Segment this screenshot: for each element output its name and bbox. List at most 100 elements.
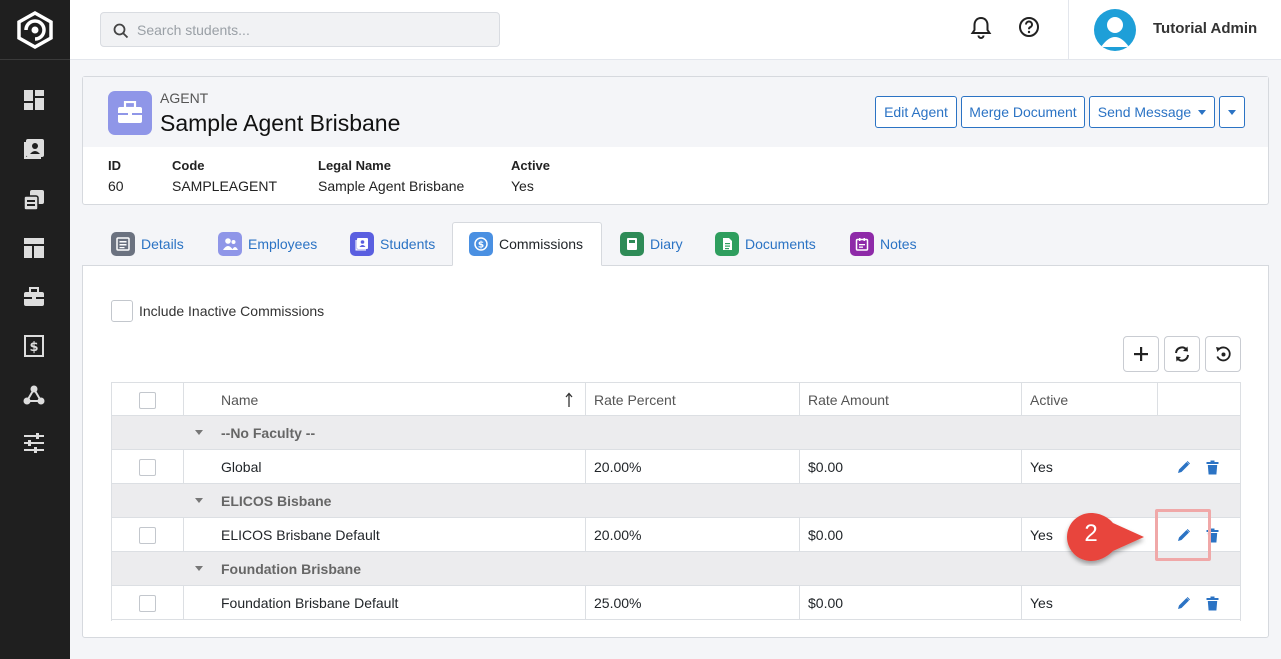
cell-rate-percent: 20.00% bbox=[594, 459, 642, 475]
students-icon bbox=[350, 232, 374, 256]
search-input[interactable] bbox=[137, 13, 492, 46]
tab-students[interactable]: Students bbox=[350, 222, 435, 266]
diary-icon bbox=[620, 232, 644, 256]
tab-label: Documents bbox=[745, 236, 816, 252]
cell-rate-percent: 25.00% bbox=[594, 595, 642, 611]
app-logo[interactable] bbox=[0, 0, 70, 60]
top-bar: Tutorial Admin bbox=[70, 0, 1281, 60]
tab-label: Details bbox=[141, 236, 184, 252]
layout-icon[interactable] bbox=[22, 236, 46, 260]
tab-diary[interactable]: Diary bbox=[620, 222, 683, 266]
tab-notes[interactable]: Notes bbox=[850, 222, 917, 266]
topbar-divider bbox=[1068, 0, 1069, 60]
highlight-box bbox=[1155, 509, 1211, 561]
group-label: Foundation Brisbane bbox=[221, 561, 361, 577]
chevron-down-icon bbox=[1228, 109, 1236, 115]
column-header-rate-percent[interactable]: Rate Percent bbox=[594, 383, 676, 417]
cell-rate-amount: $0.00 bbox=[808, 527, 844, 543]
enrolments-icon[interactable] bbox=[22, 188, 46, 212]
meta-legal-name-label: Legal Name bbox=[318, 158, 391, 173]
network-icon[interactable] bbox=[22, 383, 46, 407]
grid-header: Name Rate Percent Rate Amount Active bbox=[111, 382, 1241, 417]
avatar[interactable] bbox=[1094, 9, 1136, 51]
user-name[interactable]: Tutorial Admin bbox=[1153, 20, 1257, 37]
tab-label: Employees bbox=[248, 236, 318, 252]
select-all-checkbox[interactable] bbox=[139, 383, 156, 417]
delete-trash-icon[interactable] bbox=[1203, 458, 1221, 476]
logo-icon bbox=[17, 10, 53, 49]
more-actions-button[interactable] bbox=[1219, 96, 1245, 128]
caret-down-icon[interactable] bbox=[195, 484, 203, 518]
table-row[interactable]: Global 20.00% $0.00 Yes bbox=[111, 450, 1241, 484]
row-checkbox[interactable] bbox=[139, 518, 156, 552]
meta-active-value: Yes bbox=[511, 178, 534, 194]
cell-name: Global bbox=[221, 459, 262, 475]
include-inactive-checkbox[interactable] bbox=[111, 300, 133, 322]
edit-pencil-icon[interactable] bbox=[1175, 594, 1193, 612]
students-nav-icon[interactable] bbox=[22, 137, 46, 161]
help-icon[interactable] bbox=[1018, 16, 1040, 41]
tab-documents[interactable]: Documents bbox=[715, 222, 816, 266]
meta-id-value: 60 bbox=[108, 178, 124, 194]
search-box bbox=[100, 12, 500, 47]
agent-briefcase-icon bbox=[108, 91, 152, 135]
reset-layout-button[interactable] bbox=[1205, 336, 1241, 372]
cell-name: ELICOS Brisbane Default bbox=[221, 527, 380, 543]
refresh-button[interactable] bbox=[1164, 336, 1200, 372]
tab-label: Commissions bbox=[499, 236, 584, 252]
commissions-icon: $ bbox=[469, 232, 493, 256]
caret-down-icon[interactable] bbox=[195, 416, 203, 450]
cell-rate-percent: 20.00% bbox=[594, 527, 642, 543]
notes-icon bbox=[850, 232, 874, 256]
row-checkbox[interactable] bbox=[139, 450, 156, 484]
add-commission-button[interactable] bbox=[1123, 336, 1159, 372]
user-icon bbox=[1101, 17, 1129, 47]
cell-active: Yes bbox=[1030, 595, 1053, 611]
finance-icon[interactable]: $ bbox=[22, 334, 46, 358]
dashboard-icon[interactable] bbox=[22, 88, 46, 112]
tab-details[interactable]: Details bbox=[111, 222, 184, 266]
meta-legal-name-value: Sample Agent Brisbane bbox=[318, 178, 465, 194]
svg-text:$: $ bbox=[29, 340, 38, 355]
tab-employees[interactable]: Employees bbox=[218, 222, 317, 266]
tab-commissions[interactable]: $ Commissions bbox=[452, 222, 602, 266]
group-label: ELICOS Bisbane bbox=[221, 493, 332, 509]
row-checkbox[interactable] bbox=[139, 586, 156, 620]
table-row[interactable]: Foundation Brisbane Default 25.00% $0.00… bbox=[111, 586, 1241, 620]
edit-pencil-icon[interactable] bbox=[1175, 458, 1193, 476]
cell-rate-amount: $0.00 bbox=[808, 459, 844, 475]
refresh-icon bbox=[1175, 346, 1189, 362]
cell-active: Yes bbox=[1030, 527, 1053, 543]
page-title: Sample Agent Brisbane bbox=[160, 110, 401, 136]
settings-sliders-icon[interactable] bbox=[22, 431, 46, 455]
svg-text:$: $ bbox=[478, 241, 484, 251]
meta-active-label: Active bbox=[511, 158, 551, 173]
step-number: 2 bbox=[1084, 520, 1098, 547]
cell-name: Foundation Brisbane Default bbox=[221, 595, 399, 611]
cell-active: Yes bbox=[1030, 459, 1053, 475]
include-inactive-label: Include Inactive Commissions bbox=[139, 303, 325, 319]
chevron-down-icon bbox=[1198, 109, 1207, 115]
agent-kicker: AGENT bbox=[160, 90, 209, 106]
agents-briefcase-icon[interactable] bbox=[22, 285, 46, 309]
column-header-active[interactable]: Active bbox=[1030, 383, 1068, 417]
meta-code-label: Code bbox=[172, 158, 205, 173]
bell-icon[interactable] bbox=[970, 16, 992, 43]
caret-down-icon[interactable] bbox=[195, 552, 203, 586]
send-message-button[interactable]: Send Message bbox=[1089, 96, 1215, 128]
edit-agent-button[interactable]: Edit Agent bbox=[875, 96, 957, 128]
employees-icon bbox=[218, 232, 242, 256]
reset-icon bbox=[1216, 346, 1231, 362]
column-header-name[interactable]: Name bbox=[221, 383, 258, 417]
delete-trash-icon[interactable] bbox=[1203, 594, 1221, 612]
details-icon bbox=[111, 232, 135, 256]
column-header-rate-amount[interactable]: Rate Amount bbox=[808, 383, 889, 417]
tab-label: Students bbox=[380, 236, 436, 252]
group-label: --No Faculty -- bbox=[221, 425, 316, 441]
group-row[interactable]: --No Faculty -- bbox=[111, 416, 1241, 450]
merge-document-button[interactable]: Merge Document bbox=[961, 96, 1085, 128]
sort-ascending-icon[interactable] bbox=[565, 383, 573, 417]
tab-label: Notes bbox=[880, 236, 917, 252]
meta-id-label: ID bbox=[108, 158, 121, 173]
agent-header-card: AGENT Sample Agent Brisbane Edit Agent M… bbox=[82, 76, 1269, 205]
